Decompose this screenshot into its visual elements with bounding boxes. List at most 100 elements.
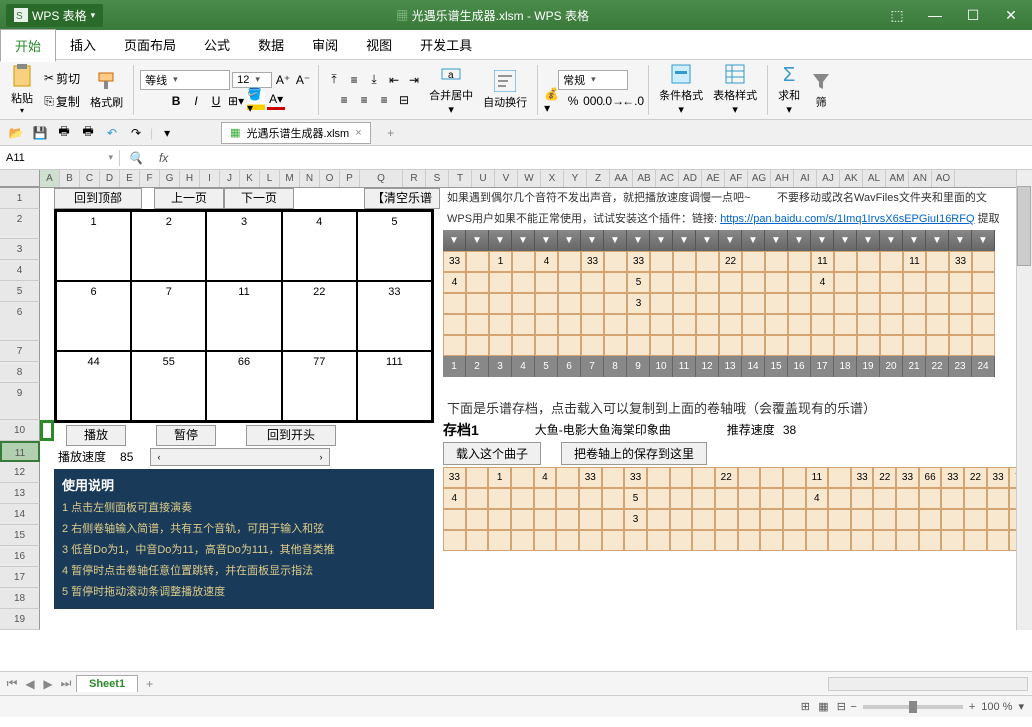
- roll-cell[interactable]: [512, 335, 535, 356]
- archive-cell[interactable]: [466, 467, 489, 488]
- play-button[interactable]: 播放: [66, 425, 126, 446]
- plugin-link[interactable]: https://pan.baidu.com/s/1Imq1IrvsX6sEPGi…: [720, 213, 974, 225]
- col-header[interactable]: U: [472, 170, 495, 187]
- roll-cell[interactable]: [604, 251, 627, 272]
- col-header[interactable]: V: [495, 170, 518, 187]
- open-icon[interactable]: 📂: [6, 123, 26, 143]
- cond-format[interactable]: 条件格式▾: [655, 61, 707, 118]
- archive-cell[interactable]: 4: [534, 467, 557, 488]
- menu-insert[interactable]: 插入: [56, 29, 110, 60]
- col-header[interactable]: H: [180, 170, 200, 187]
- align-right-icon[interactable]: ≡: [375, 91, 393, 109]
- row-header[interactable]: 5: [0, 281, 40, 302]
- row-header[interactable]: 13: [0, 483, 40, 504]
- filter-button[interactable]: 筛: [806, 68, 836, 112]
- roll-cell[interactable]: [581, 272, 604, 293]
- roll-cell[interactable]: [719, 293, 742, 314]
- roll-column-header[interactable]: ▼: [788, 230, 811, 251]
- comma-icon[interactable]: 000: [584, 92, 602, 110]
- col-header[interactable]: S: [426, 170, 449, 187]
- archive-cell[interactable]: [534, 509, 557, 530]
- roll-cell[interactable]: [627, 335, 650, 356]
- col-header[interactable]: AI: [794, 170, 817, 187]
- col-header[interactable]: Z: [587, 170, 610, 187]
- roll-cell[interactable]: 33: [581, 251, 604, 272]
- roll-cell[interactable]: [742, 293, 765, 314]
- roll-cell[interactable]: [880, 251, 903, 272]
- roll-cell[interactable]: [926, 314, 949, 335]
- clear-score-button[interactable]: 【清空乐谱: [364, 188, 440, 209]
- menu-review[interactable]: 审阅: [298, 29, 352, 60]
- archive-cell[interactable]: 33: [443, 467, 466, 488]
- roll-cell[interactable]: [880, 272, 903, 293]
- roll-cell[interactable]: [466, 272, 489, 293]
- archive-cell[interactable]: [919, 530, 942, 551]
- archive-cell[interactable]: [896, 530, 919, 551]
- archive-cell[interactable]: 33: [624, 467, 647, 488]
- maximize-button[interactable]: ☐: [958, 3, 988, 27]
- dropdown-icon[interactable]: ▾: [157, 123, 177, 143]
- view-normal-icon[interactable]: ⊞: [796, 698, 814, 716]
- roll-cell[interactable]: [489, 272, 512, 293]
- roll-cell[interactable]: [926, 293, 949, 314]
- table-style[interactable]: 表格样式▾: [709, 61, 761, 118]
- roll-cell[interactable]: [696, 251, 719, 272]
- roll-column-header[interactable]: ▼: [811, 230, 834, 251]
- roll-cell[interactable]: [512, 293, 535, 314]
- archive-cell[interactable]: 33: [987, 467, 1010, 488]
- copy-button[interactable]: ⎘ 复制: [40, 91, 84, 112]
- roll-cell[interactable]: [466, 293, 489, 314]
- dec-decimal-icon[interactable]: ←.0: [624, 92, 642, 110]
- col-header[interactable]: P: [340, 170, 360, 187]
- roll-cell[interactable]: [788, 272, 811, 293]
- archive-cell[interactable]: 4: [806, 488, 829, 509]
- roll-cell[interactable]: [857, 293, 880, 314]
- roll-cell[interactable]: [742, 272, 765, 293]
- archive-cell[interactable]: [851, 509, 874, 530]
- archive-cell[interactable]: 33: [851, 467, 874, 488]
- menu-layout[interactable]: 页面布局: [110, 29, 190, 60]
- archive-cell[interactable]: [511, 509, 534, 530]
- archive-cell[interactable]: [670, 509, 693, 530]
- roll-column-header[interactable]: ▼: [604, 230, 627, 251]
- roll-column-header[interactable]: ▼: [650, 230, 673, 251]
- archive-cell[interactable]: [715, 488, 738, 509]
- piano-key[interactable]: 1: [56, 211, 131, 281]
- col-header[interactable]: AC: [656, 170, 679, 187]
- archive-cell[interactable]: [873, 530, 896, 551]
- prev-page-button[interactable]: 上一页: [154, 188, 224, 209]
- roll-cell[interactable]: [765, 293, 788, 314]
- archive-cell[interactable]: [987, 488, 1010, 509]
- sum-button[interactable]: Σ 求和▾: [774, 62, 804, 118]
- inc-decimal-icon[interactable]: .0→: [604, 92, 622, 110]
- col-header[interactable]: AM: [886, 170, 909, 187]
- col-header[interactable]: AD: [679, 170, 702, 187]
- archive-cell[interactable]: [466, 509, 489, 530]
- roll-column-header[interactable]: ▼: [903, 230, 926, 251]
- minimize-button[interactable]: —: [920, 3, 950, 27]
- print-icon[interactable]: 🖶: [54, 123, 74, 143]
- print-preview-icon[interactable]: 🖶: [78, 123, 98, 143]
- archive-cell[interactable]: [692, 467, 715, 488]
- archive-cell[interactable]: [534, 530, 557, 551]
- roll-cell[interactable]: [650, 251, 673, 272]
- col-header[interactable]: AN: [909, 170, 932, 187]
- archive-cell[interactable]: 11: [806, 467, 829, 488]
- roll-cell[interactable]: [604, 293, 627, 314]
- roll-cell[interactable]: 4: [811, 272, 834, 293]
- archive-cell[interactable]: [556, 488, 579, 509]
- scroll-right-icon[interactable]: ›: [313, 449, 329, 465]
- align-center-icon[interactable]: ≡: [355, 91, 373, 109]
- roll-cell[interactable]: [443, 335, 466, 356]
- roll-column-header[interactable]: ▼: [512, 230, 535, 251]
- roll-cell[interactable]: 11: [811, 251, 834, 272]
- row-header[interactable]: 4: [0, 260, 40, 281]
- col-header[interactable]: E: [120, 170, 140, 187]
- menu-dev[interactable]: 开发工具: [406, 29, 486, 60]
- roll-cell[interactable]: [604, 314, 627, 335]
- select-all-corner[interactable]: [0, 170, 40, 187]
- archive-cell[interactable]: [828, 530, 851, 551]
- number-format-dropdown[interactable]: 常规: [558, 70, 628, 90]
- archive-cell[interactable]: [602, 509, 625, 530]
- roll-cell[interactable]: [972, 293, 995, 314]
